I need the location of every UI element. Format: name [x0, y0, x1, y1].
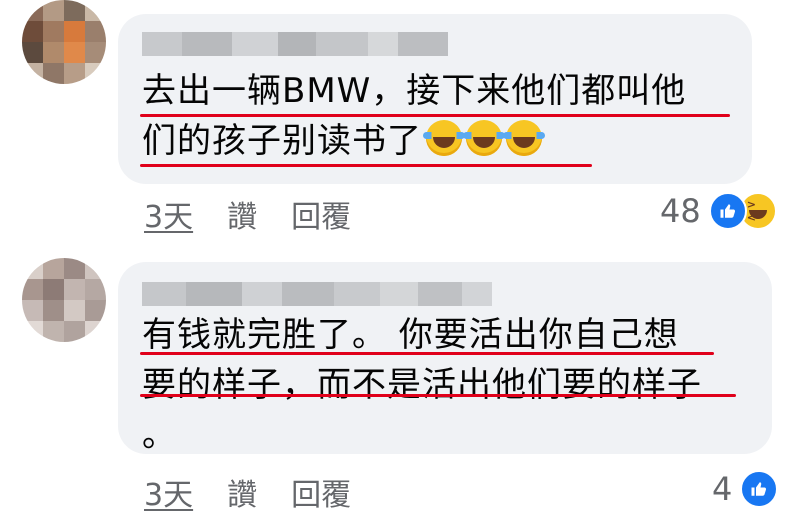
comment-line-text: 们的孩子别读书了 [142, 121, 422, 161]
comment-bubble: 有钱就完胜了。 你要活出你自己想 要的样子，而不是活出他们要的样子 。 [118, 262, 772, 455]
avatar[interactable] [22, 258, 106, 342]
commenter-name[interactable] [142, 32, 448, 56]
face-with-tears-of-joy-icon [423, 120, 465, 156]
comment-bubble: 去出一辆BMW，接下来他们都叫他 们的孩子别读书了 [118, 14, 752, 184]
reaction-count: 4 [712, 470, 733, 508]
red-underline [140, 114, 730, 117]
face-with-tears-of-joy-icon [463, 120, 505, 156]
like-icon [740, 470, 779, 508]
reply-button[interactable]: 回覆 [291, 470, 351, 514]
comment-line-with-emoji: 们的孩子别读书了 [142, 116, 686, 166]
avatar[interactable] [22, 0, 106, 84]
red-underline [140, 394, 736, 397]
timestamp-link[interactable]: 3天 [144, 192, 193, 236]
red-underline [140, 352, 714, 355]
comment-actions: 3天 讚 回覆 [144, 192, 351, 236]
commenter-name[interactable] [142, 282, 492, 306]
like-button[interactable]: 讚 [227, 192, 257, 236]
comment-line: 。 [142, 415, 177, 455]
timestamp-link[interactable]: 3天 [144, 470, 193, 514]
face-with-tears-of-joy-icon [503, 120, 545, 156]
reaction-summary[interactable]: 48 [660, 192, 777, 230]
comment-text: 有钱就完胜了。 你要活出你自己想 要的样子，而不是活出他们要的样子 。 [142, 310, 702, 460]
like-button[interactable]: 讚 [227, 470, 257, 514]
reaction-count: 48 [660, 192, 701, 230]
like-icon [708, 192, 747, 230]
reaction-summary[interactable]: 4 [712, 470, 779, 508]
red-underline [140, 164, 592, 167]
reply-button[interactable]: 回覆 [291, 192, 351, 236]
comment-actions: 3天 讚 回覆 [144, 470, 351, 514]
comment-line: 去出一辆BMW，接下来他们都叫他 [142, 71, 687, 111]
comment-line: 要的样子，而不是活出他们要的样子 [142, 365, 702, 405]
